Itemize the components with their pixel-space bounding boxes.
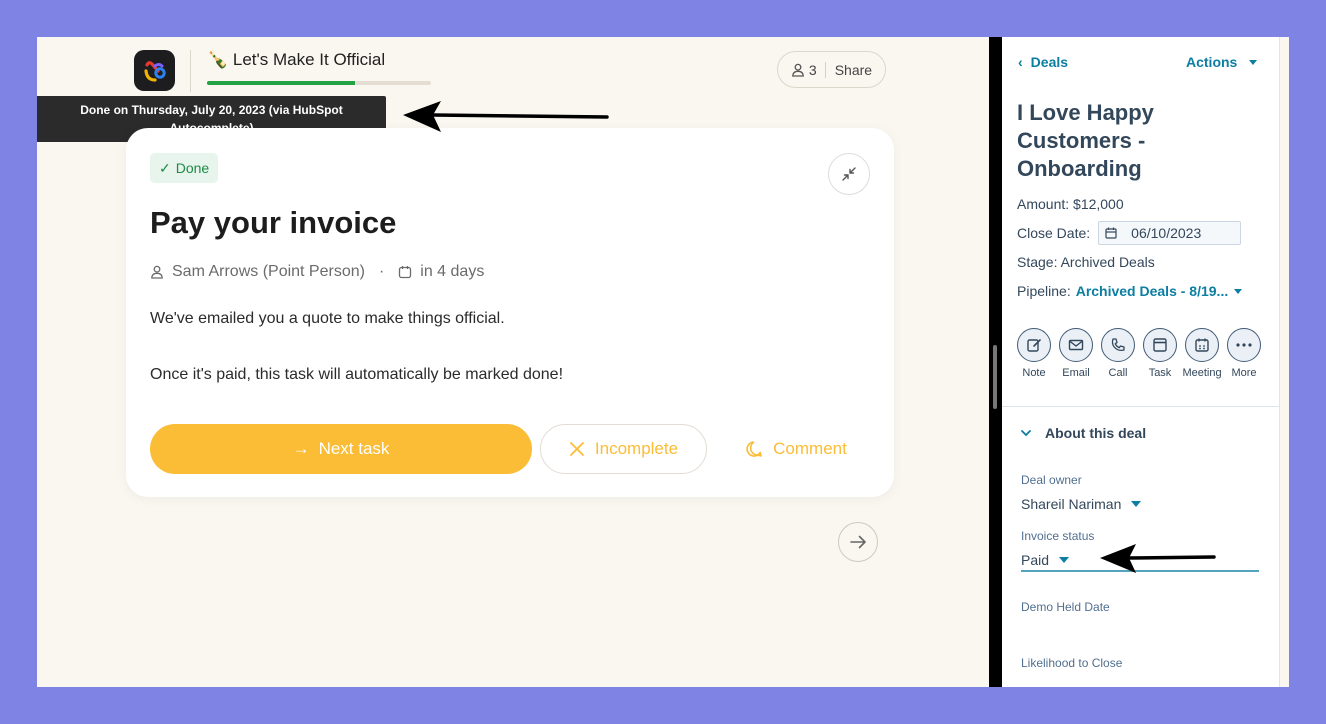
task-assignee: Sam Arrows (Point Person): [172, 263, 365, 280]
task-meta: Sam Arrows (Point Person) · in 4 days: [150, 263, 484, 281]
note-icon: [1017, 328, 1051, 362]
deal-owner-value: Shareil Nariman: [1021, 496, 1122, 512]
caret-down-icon: [1059, 557, 1070, 563]
members-count-value: 3: [808, 61, 817, 78]
demo-held-date-label: Demo Held Date: [1021, 600, 1110, 614]
comment-button[interactable]: Comment: [726, 424, 866, 474]
actions-dropdown[interactable]: Actions: [1186, 54, 1258, 70]
progress-fill: [207, 81, 355, 85]
status-badge[interactable]: ✓ Done: [150, 153, 219, 183]
checkmark-icon: ✓: [159, 159, 171, 176]
more-button[interactable]: More: [1227, 328, 1261, 379]
activity-label: Call: [1108, 367, 1128, 379]
deal-owner-label: Deal owner: [1021, 473, 1082, 487]
close-date-label: Close Date:: [1017, 225, 1091, 241]
close-date-input[interactable]: 06/10/2023: [1098, 221, 1242, 245]
calendar-icon: [399, 266, 412, 279]
chevron-down-icon: [1021, 430, 1031, 437]
task-description-line: Once it's paid, this task will automatic…: [150, 366, 564, 383]
call-button[interactable]: Call: [1101, 328, 1135, 379]
caret-down-icon: [1131, 501, 1142, 507]
incomplete-label: Incomplete: [594, 439, 679, 458]
more-icon: [1227, 328, 1261, 362]
deal-owner-dropdown[interactable]: Shareil Nariman: [1021, 496, 1142, 512]
about-this-deal-toggle[interactable]: About this deal: [1021, 425, 1146, 441]
header-divider: [190, 50, 191, 92]
deal-stage: Stage: Archived Deals: [1017, 254, 1155, 270]
about-this-deal-label: About this deal: [1045, 425, 1147, 441]
person-icon: [151, 265, 163, 279]
activity-label: Email: [1062, 367, 1090, 379]
comment-icon: [746, 441, 762, 457]
task-icon: [1143, 328, 1177, 362]
task-description-line: We've emailed you a quote to make things…: [150, 310, 505, 327]
scrollbar-thumb[interactable]: [993, 345, 997, 409]
collapse-icon: [842, 167, 856, 181]
activity-label: Meeting: [1182, 367, 1222, 379]
activity-buttons: Note Email Call Task Meeting More: [1017, 328, 1261, 379]
app-window: 🍾 Let's Make It Official 3 Share Done on…: [37, 37, 1289, 687]
hubspot-deal-sidebar: ‹ Deals Actions I Love Happy Customers -…: [1002, 37, 1280, 687]
task-due: in 4 days: [420, 263, 485, 280]
chevron-left-icon: ‹: [1018, 54, 1023, 70]
pipeline-dropdown[interactable]: Archived Deals - 8/19...: [1076, 283, 1229, 299]
app-logo[interactable]: [134, 50, 175, 91]
meeting-icon: [1185, 328, 1219, 362]
deal-title: I Love Happy Customers - Onboarding: [1017, 100, 1154, 181]
deal-amount: Amount: $12,000: [1017, 196, 1124, 212]
task-description: We've emailed you a quote to make things…: [150, 305, 563, 389]
person-icon: [792, 63, 804, 77]
project-title: 🍾 Let's Make It Official: [207, 50, 386, 69]
share-button[interactable]: 3 Share: [777, 51, 886, 88]
call-icon: [1101, 328, 1135, 362]
comment-label: Comment: [773, 439, 847, 458]
section-divider: [1002, 406, 1280, 407]
window-gutter: [1280, 37, 1289, 687]
status-badge-label: Done: [175, 160, 210, 176]
arrow-right-icon: →: [292, 439, 310, 458]
calendar-icon: [1105, 227, 1117, 239]
meta-separator: ·: [378, 263, 385, 280]
email-icon: [1059, 328, 1093, 362]
collapse-button[interactable]: [828, 153, 870, 195]
invoice-status-value: Paid: [1021, 552, 1050, 568]
task-button[interactable]: Task: [1143, 328, 1177, 379]
meeting-button[interactable]: Meeting: [1182, 328, 1222, 379]
deal-close-date-row: Close Date: 06/10/2023: [1017, 221, 1242, 245]
back-to-deals-label: Deals: [1030, 54, 1069, 70]
task-card: ✓ Done Pay your invoice Sam Arrows (Poin…: [126, 128, 894, 497]
invoice-status-dropdown[interactable]: Paid: [1021, 552, 1070, 568]
email-button[interactable]: Email: [1059, 328, 1093, 379]
share-label: Share: [834, 61, 873, 78]
deal-pipeline-row: Pipeline: Archived Deals - 8/19...: [1017, 283, 1243, 299]
activity-label: Note: [1022, 367, 1046, 379]
activity-label: Task: [1148, 367, 1172, 379]
close-date-value: 06/10/2023: [1131, 225, 1202, 241]
actions-label: Actions: [1186, 54, 1238, 70]
likelihood-to-close-label: Likelihood to Close: [1021, 656, 1123, 670]
invoice-status-underline: [1021, 570, 1259, 572]
members-count[interactable]: 3: [791, 61, 826, 78]
note-button[interactable]: Note: [1017, 328, 1051, 379]
project-progress-bar: [207, 81, 431, 85]
back-to-deals-link[interactable]: ‹ Deals: [1018, 54, 1068, 70]
next-card-button[interactable]: [838, 522, 878, 562]
activity-label: More: [1231, 367, 1257, 379]
next-task-label: Next task: [318, 439, 390, 458]
incomplete-button[interactable]: Incomplete: [540, 424, 707, 474]
invoice-status-label: Invoice status: [1021, 529, 1095, 543]
caret-down-icon: [1234, 288, 1243, 294]
pipeline-label: Pipeline:: [1017, 283, 1071, 299]
close-icon: [570, 442, 584, 456]
caret-down-icon: [1249, 59, 1258, 65]
next-task-button[interactable]: → Next task: [150, 424, 532, 474]
arrow-right-icon: [850, 535, 866, 549]
task-title: Pay your invoice: [150, 205, 397, 240]
